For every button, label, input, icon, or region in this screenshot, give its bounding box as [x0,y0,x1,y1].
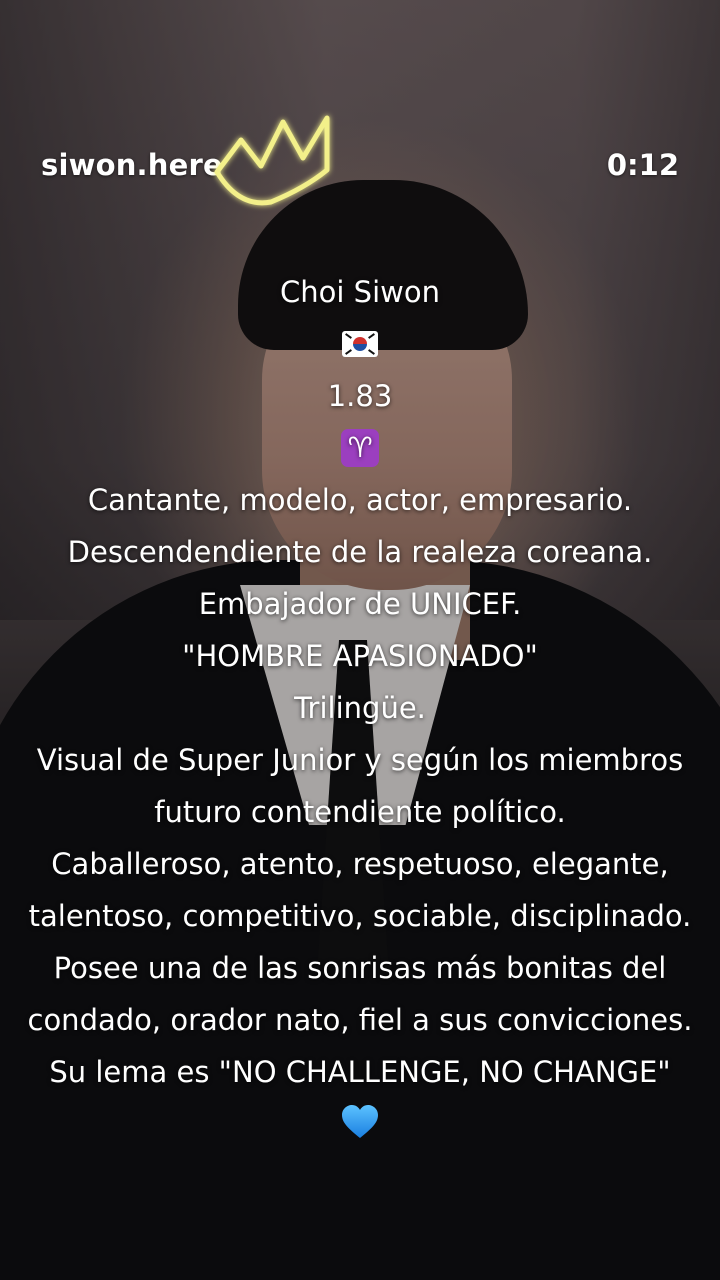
south-korea-flag-icon [342,331,378,357]
caption-line: Embajador de UNICEF. [198,587,522,621]
caption-zodiac-line: ♈ [0,422,720,474]
caption-line: condado, orador nato, fiel a sus convicc… [27,1003,693,1037]
caption-name: Choi Siwon [280,275,440,309]
caption-height: 1.83 [327,379,393,413]
caption-flag-line [0,318,720,370]
caption-line: Posee una de las sonrisas más bonitas de… [53,951,667,985]
caption-motto: Su lema es "NO CHALLENGE, NO CHANGE" [49,1055,671,1089]
caption-line: talentoso, competitivo, sociable, discip… [28,899,692,933]
caption-heart-line [0,1098,720,1150]
caption-line: "HOMBRE APASIONADO" [182,639,538,673]
crown-icon [214,115,330,206]
caption-line: Trilingüe. [294,691,426,725]
video-screen[interactable]: siwon.here 0:12 Choi Siwon 1.83 ♈ Cantan… [0,0,720,1280]
username[interactable]: siwon.here [41,148,223,182]
caption-line: Cantante, modelo, actor, empresario. [87,483,633,517]
blue-heart-icon [342,1105,378,1138]
caption-line: Caballeroso, atento, respetuoso, elegant… [51,847,669,881]
caption-text: Choi Siwon 1.83 ♈ Cantante, modelo, acto… [0,266,720,1150]
caption-line: Visual de Super Junior y según los miemb… [36,743,684,777]
video-timer: 0:12 [606,148,679,182]
caption-line: Descendendiente de la realeza coreana. [67,535,653,569]
caption-line: futuro contendiente político. [154,795,566,829]
aries-icon: ♈ [341,429,379,467]
